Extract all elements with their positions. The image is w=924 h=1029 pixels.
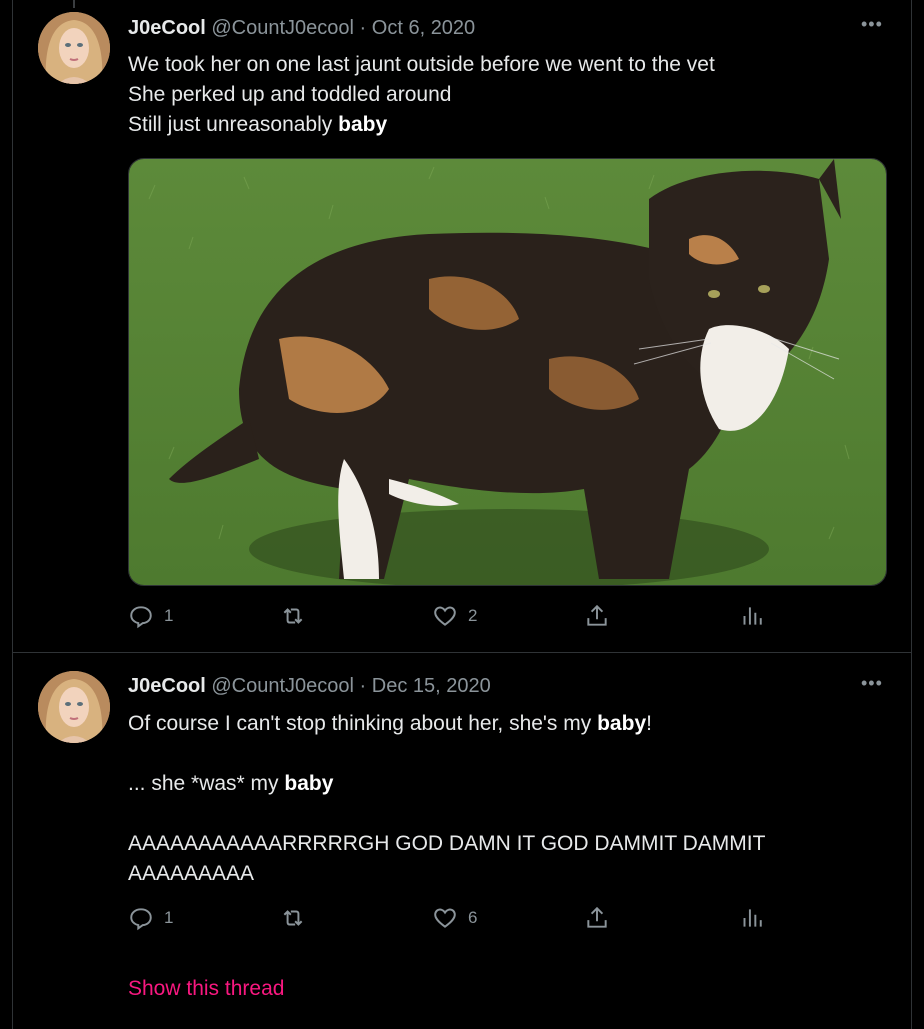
analytics-button[interactable]: [738, 905, 764, 931]
tweet-header: J0eCool @CountJ0ecool · Dec 15, 2020: [128, 675, 491, 698]
retweet-button[interactable]: [280, 905, 316, 931]
tweet[interactable]: J0eCool @CountJ0ecool · Dec 15, 2020 •••…: [13, 653, 911, 1025]
share-icon: [587, 604, 607, 626]
analytics-icon: [743, 909, 762, 927]
like-button[interactable]: 6: [432, 905, 477, 931]
separator: ·: [359, 675, 367, 697]
bold-text: baby: [597, 712, 647, 735]
tweet-photo[interactable]: [128, 158, 887, 586]
text-run: Still just unreasonably: [128, 113, 339, 136]
cat-photo: [129, 159, 886, 585]
text-run: We took her on one last jaunt outside be…: [128, 53, 715, 76]
more-icon[interactable]: •••: [861, 14, 883, 35]
text-run: She perked up and toddled around: [128, 83, 452, 106]
tweet-text-line: She perked up and toddled around: [128, 80, 715, 110]
timeline-border-right: [911, 0, 912, 1029]
avatar[interactable]: [38, 671, 110, 743]
reply-button[interactable]: 1: [128, 603, 173, 629]
separator: ·: [359, 17, 367, 39]
share-icon: [587, 906, 607, 928]
reply-count: 1: [164, 606, 174, 625]
reply-count: 1: [164, 908, 174, 927]
like-count: 6: [468, 908, 478, 927]
display-name[interactable]: J0eCool: [128, 675, 206, 697]
like-icon: [434, 908, 456, 928]
more-icon[interactable]: •••: [861, 673, 883, 694]
avatar[interactable]: [38, 12, 110, 84]
tweet-text-line: [128, 799, 765, 829]
reply-icon: [130, 908, 152, 931]
text-run: AAAAAAAAA: [128, 862, 255, 885]
analytics-button[interactable]: [738, 603, 764, 629]
reply-icon: [130, 606, 152, 629]
text-run: !: [646, 712, 652, 735]
retweet-icon: [283, 608, 303, 624]
tweet-text-line: ... she *was* my baby: [128, 769, 765, 799]
text-run: ... she *was* my: [128, 772, 285, 795]
bold-text: baby: [338, 113, 388, 136]
tweet-text: We took her on one last jaunt outside be…: [128, 50, 715, 140]
tweet-header: J0eCool @CountJ0ecool · Oct 6, 2020: [128, 17, 475, 40]
tweet-date[interactable]: Dec 15, 2020: [372, 675, 491, 697]
tweet-text-line: [128, 739, 765, 769]
user-handle[interactable]: @CountJ0ecool: [211, 17, 354, 39]
share-button[interactable]: [584, 905, 610, 931]
like-count: 2: [468, 606, 478, 625]
text-run: Of course I can't stop thinking about he…: [128, 712, 598, 735]
analytics-icon: [743, 607, 762, 625]
tweet[interactable]: J0eCool @CountJ0ecool · Oct 6, 2020 ••• …: [13, 0, 911, 653]
share-button[interactable]: [584, 603, 610, 629]
show-thread-link[interactable]: Show this thread: [128, 977, 284, 1001]
reply-button[interactable]: 1: [128, 905, 173, 931]
tweet-text-line: AAAAAAAAAAARRRRRGH GOD DAMN IT GOD DAMMI…: [128, 829, 765, 859]
retweet-icon: [283, 910, 303, 926]
tweet-actions: 1 2: [128, 603, 768, 633]
bold-text: baby: [284, 772, 334, 795]
tweet-actions: 1 6: [128, 905, 768, 935]
tweet-date[interactable]: Oct 6, 2020: [372, 17, 475, 39]
text-run: AAAAAAAAAAARRRRRGH GOD DAMN IT GOD DAMMI…: [128, 832, 766, 855]
tweet-text: Of course I can't stop thinking about he…: [128, 709, 765, 889]
tweet-text-line: We took her on one last jaunt outside be…: [128, 50, 715, 80]
retweet-button[interactable]: [280, 603, 316, 629]
tweet-text-line: Still just unreasonably baby: [128, 110, 715, 140]
like-icon: [434, 606, 456, 626]
user-handle[interactable]: @CountJ0ecool: [211, 675, 354, 697]
tweet-text-line: AAAAAAAAA: [128, 859, 765, 889]
display-name[interactable]: J0eCool: [128, 17, 206, 39]
tweet-text-line: Of course I can't stop thinking about he…: [128, 709, 765, 739]
like-button[interactable]: 2: [432, 603, 477, 629]
